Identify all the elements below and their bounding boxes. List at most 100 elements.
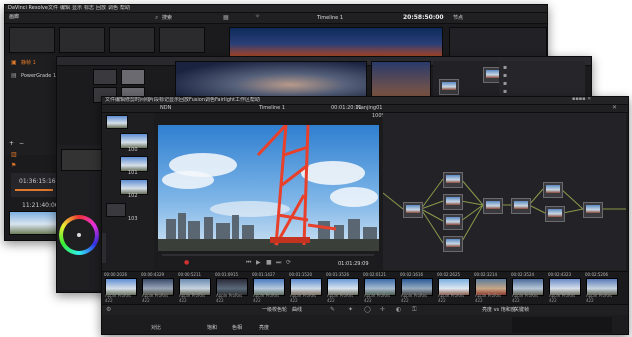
album-item-powergrade[interactable]: PowerGrade 1 <box>21 74 56 79</box>
luma-label: 亮度 <box>259 325 270 331</box>
color-wheel[interactable] <box>59 215 99 255</box>
back-menu-playback[interactable]: 回放 <box>96 6 106 11</box>
next-icon[interactable]: ⏭ <box>276 260 281 266</box>
timeline-clip[interactable]: 00:02:1616 Apple ProRes 422 <box>400 272 434 304</box>
back-thumbnail[interactable] <box>9 211 61 235</box>
mid-viewer-statue <box>175 61 367 101</box>
gallery-still-2[interactable] <box>59 27 105 53</box>
timeline-clip[interactable]: 00:02:3214 Apple ProRes 422 <box>474 272 508 304</box>
node-08[interactable] <box>543 182 563 198</box>
search-label[interactable]: 搜索 <box>162 16 172 21</box>
back-timeline-name[interactable]: Timeline 1 <box>317 16 343 21</box>
front-menu-color[interactable]: 调色 <box>205 98 215 103</box>
tab-keyframes[interactable]: 关键帧 <box>514 308 529 313</box>
gallery-tab[interactable]: 画廊 <box>9 15 19 20</box>
timeline-clip[interactable]: 00:02:0121 Apple ProRes 422 <box>363 272 397 304</box>
mid-node-1[interactable] <box>439 79 459 95</box>
back-menu-file[interactable]: 文件 <box>48 6 58 11</box>
front-menu-timeline[interactable]: 时间线 <box>135 98 150 103</box>
scrub-bar[interactable] <box>162 254 374 256</box>
front-menu-edit[interactable]: 编辑 <box>115 98 125 103</box>
timeline-clip[interactable]: 00:01:0915 Apple ProRes 422 <box>215 272 249 304</box>
node-02[interactable] <box>443 172 463 188</box>
node-05[interactable] <box>443 236 463 252</box>
node-04[interactable] <box>443 214 463 230</box>
timeline-clip[interactable]: 00:00:2026 Apple ProRes 422 <box>104 272 138 304</box>
node-09[interactable] <box>545 206 565 222</box>
playhead-timecode: 01:01:29:09 <box>338 261 369 267</box>
timeline-clip[interactable]: 00:01:1427 Apple ProRes 422 <box>252 272 286 304</box>
clip-icon[interactable]: ▥ <box>11 152 17 158</box>
timeline-clip[interactable]: 00:00:4329 Apple ProRes 422 <box>141 272 175 304</box>
primary-wheels-label[interactable]: 一级校色轮 <box>262 308 287 313</box>
front-menu-playback[interactable]: 回放 <box>179 98 189 103</box>
timeline-clip[interactable]: 00:00:5211 Apple ProRes 422 <box>178 272 212 304</box>
magic-icon[interactable]: ✧ <box>255 14 260 20</box>
bin-scroll[interactable] <box>102 233 106 263</box>
layout-icon[interactable]: ▦ <box>223 15 229 21</box>
front-menu-workspace[interactable]: 工作区 <box>235 98 250 103</box>
node-10[interactable] <box>583 202 603 218</box>
back-menu-view[interactable]: 显示 <box>72 6 82 11</box>
flag-icon[interactable]: ⚑ <box>11 163 16 169</box>
gallery-still-3[interactable] <box>109 27 155 53</box>
settings-icon[interactable]: ⚙ <box>106 307 111 313</box>
play-icon[interactable]: ▶ <box>256 260 261 266</box>
front-menu-file[interactable]: 文件 <box>105 98 115 103</box>
pen-icon[interactable]: ✎ <box>330 307 335 313</box>
mid-still-1[interactable] <box>93 69 117 85</box>
clip-codec: Apple ProRes 422 <box>364 293 391 303</box>
timeline-clip[interactable]: 00:02:5206 Apple ProRes 422 <box>585 272 619 304</box>
back-menu-color[interactable]: 调色 <box>108 6 118 11</box>
saturation-label: 饱和 <box>207 325 218 331</box>
prev-icon[interactable]: ⏮ <box>246 260 251 266</box>
bin-clip-5[interactable] <box>106 203 126 217</box>
front-menu-view[interactable]: 显示 <box>169 98 179 103</box>
mid-still-2[interactable] <box>121 69 145 85</box>
timeline-clip[interactable]: 00:02:2625 Apple ProRes 422 <box>437 272 471 304</box>
front-menu-clip[interactable]: 片段 <box>149 98 159 103</box>
node-03[interactable] <box>443 194 463 210</box>
front-menu-fusion[interactable]: Fusion <box>189 98 205 103</box>
qualifier-icon[interactable]: ✦ <box>348 307 353 313</box>
front-menu-help[interactable]: 帮助 <box>250 98 260 103</box>
back-menu-help[interactable]: 帮助 <box>120 6 130 11</box>
node-07[interactable] <box>511 198 531 214</box>
timecode-bar <box>15 189 53 191</box>
timeline-clip[interactable]: 00:02:4323 Apple ProRes 422 <box>548 272 582 304</box>
node-01[interactable] <box>403 202 423 218</box>
front-timeline-name[interactable]: Timeline 1 <box>259 106 285 111</box>
front-close-icon[interactable]: ✕ <box>612 105 617 111</box>
stop-icon[interactable]: ■ <box>266 260 272 266</box>
gallery-still-4[interactable] <box>159 27 205 53</box>
back-menu-edit[interactable]: 编辑 <box>60 6 70 11</box>
blur-icon[interactable]: ◐ <box>396 307 401 313</box>
tracker-icon[interactable]: ✛ <box>380 307 385 313</box>
record-icon[interactable]: ● <box>184 260 189 266</box>
front-menu-trim[interactable]: 修剪 <box>125 98 135 103</box>
mid-list-icon-4: ▪ <box>503 88 508 95</box>
tab-lum-vs-sat[interactable]: 亮度 vs 饱和度 <box>482 308 516 313</box>
loop-icon[interactable]: ⟳ <box>286 260 291 266</box>
album-item-stills[interactable]: 静帧 1 <box>21 61 36 66</box>
node-06[interactable] <box>483 198 503 214</box>
timeline-clip[interactable]: 00:01:3526 Apple ProRes 422 <box>326 272 360 304</box>
curves-label[interactable]: 曲线 <box>292 308 302 313</box>
timeline-clip[interactable]: 00:02:3524 Apple ProRes 422 <box>511 272 545 304</box>
window-controls-icon[interactable]: ▪▪▪▪ ✕ <box>572 97 591 102</box>
clip-codec: Apple ProRes 422 <box>475 293 502 303</box>
mid-scope <box>371 61 431 101</box>
remove-album-button[interactable]: − <box>19 141 24 147</box>
back-menu-mark[interactable]: 标志 <box>84 6 94 11</box>
color-wheel-dot[interactable] <box>77 233 81 237</box>
front-menu-fairlight[interactable]: Fairlight <box>215 98 235 103</box>
window-icon[interactable]: ◯ <box>364 307 371 313</box>
front-resolve-window: 文件 编辑 修剪 时间线 片段 标记 显示 回放 Fusion 调色 Fairl… <box>101 96 629 335</box>
add-album-button[interactable]: + <box>9 141 14 147</box>
timeline-clip[interactable]: 00:01:1520 Apple ProRes 422 <box>289 272 323 304</box>
gallery-still-1[interactable] <box>9 27 55 53</box>
search-icon[interactable]: ⌕ <box>155 15 158 21</box>
bin-clip-1[interactable] <box>106 115 128 129</box>
front-menu-mark[interactable]: 标记 <box>159 98 169 103</box>
key-icon[interactable]: ⚿ <box>412 307 417 313</box>
